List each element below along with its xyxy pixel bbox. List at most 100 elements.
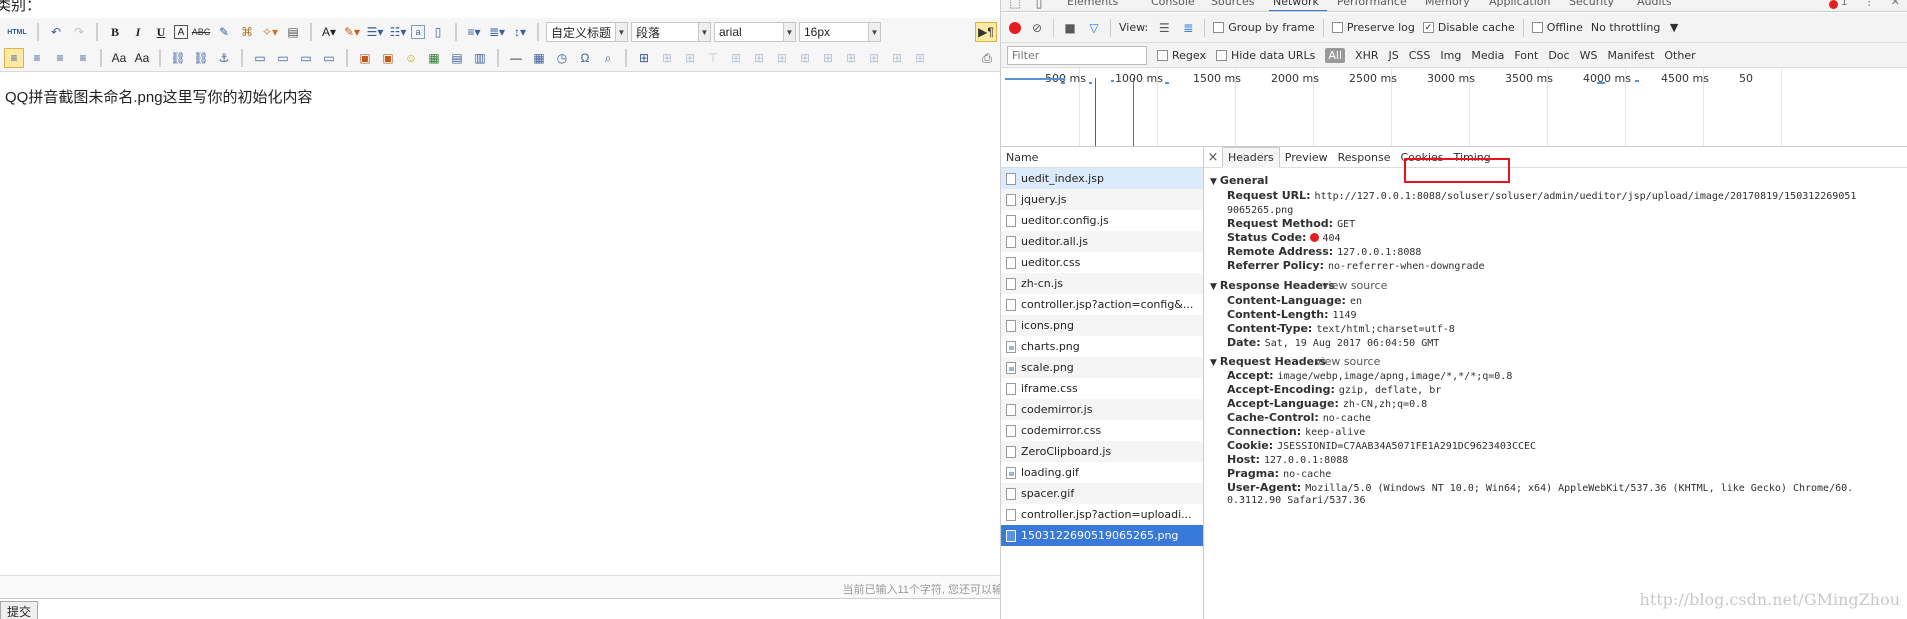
clear-doc-icon[interactable]: ▯: [428, 22, 448, 42]
multi-image-icon[interactable]: ▣: [378, 48, 398, 68]
filter-type-media[interactable]: Media: [1471, 49, 1504, 62]
request-row[interactable]: loading.gif: [1001, 462, 1203, 483]
filter-type-doc[interactable]: Doc: [1548, 49, 1569, 62]
clear-icon[interactable]: ⊘: [1029, 20, 1045, 36]
tab-headers[interactable]: Headers: [1222, 147, 1280, 168]
filter-type-css[interactable]: CSS: [1409, 49, 1431, 62]
time-icon[interactable]: ◷: [552, 48, 572, 68]
redo-icon[interactable]: ↷: [69, 22, 89, 42]
delete-table-icon[interactable]: ⊞: [657, 48, 677, 68]
tab-security[interactable]: Security: [1569, 0, 1614, 8]
disable-cache-toggle[interactable]: ✓ Disable cache: [1422, 21, 1515, 34]
device-toolbar-icon[interactable]: ▯: [1031, 0, 1047, 11]
tab-response[interactable]: Response: [1333, 147, 1396, 168]
tab-application[interactable]: Application: [1489, 0, 1550, 8]
align-center-icon[interactable]: ≡: [27, 48, 47, 68]
merge-right-icon[interactable]: ⊞: [818, 48, 838, 68]
more-options-icon[interactable]: ⋮: [1864, 0, 1875, 9]
merge-down-icon[interactable]: ⊞: [841, 48, 861, 68]
request-headers-section-header[interactable]: ▼ Request Headers: [1210, 355, 1326, 368]
link-icon[interactable]: ⛓: [168, 48, 188, 68]
filter-type-other[interactable]: Other: [1664, 49, 1695, 62]
request-row[interactable]: jquery.js: [1001, 189, 1203, 210]
ordered-list-icon[interactable]: ☰▾: [365, 22, 385, 42]
tab-elements[interactable]: Elements: [1067, 0, 1118, 8]
filter-type-js[interactable]: JS: [1388, 49, 1398, 62]
image-center-icon[interactable]: ▭: [319, 48, 339, 68]
date-icon[interactable]: ▦: [529, 48, 549, 68]
request-row[interactable]: ueditor.css: [1001, 252, 1203, 273]
request-row[interactable]: controller.jsp?action=uploadi...: [1001, 504, 1203, 525]
delete-row-icon[interactable]: ⊞: [726, 48, 746, 68]
italic-button[interactable]: I: [128, 22, 148, 42]
editor-content-area[interactable]: QQ拼音截图未命名.png这里写你的初始化内容: [0, 73, 1000, 575]
image-none-icon[interactable]: ▭: [250, 48, 270, 68]
insert-col-icon[interactable]: ⊞: [749, 48, 769, 68]
name-column-header[interactable]: Name: [1001, 147, 1203, 168]
request-row[interactable]: spacer.gif: [1001, 483, 1203, 504]
align-right-icon[interactable]: ≡: [50, 48, 70, 68]
filter-type-manifest[interactable]: Manifest: [1607, 49, 1654, 62]
filter-type-font[interactable]: Font: [1514, 49, 1538, 62]
request-row[interactable]: charts.png: [1001, 336, 1203, 357]
underline-button[interactable]: U: [151, 22, 171, 42]
eraser-icon[interactable]: ✎: [214, 22, 234, 42]
response-headers-section-header[interactable]: ▼ Response Headers: [1210, 279, 1335, 292]
font-border-icon[interactable]: A: [174, 25, 188, 39]
paste-plain-icon[interactable]: ▤: [283, 22, 303, 42]
background-color-icon[interactable]: ✎▾: [342, 22, 362, 42]
tab-console[interactable]: Console: [1151, 0, 1195, 8]
auto-typeset-icon[interactable]: ✧▾: [260, 22, 280, 42]
close-detail-icon[interactable]: ×: [1204, 150, 1222, 165]
insert-paragraph-icon[interactable]: ⊞: [680, 48, 700, 68]
filter-type-ws[interactable]: WS: [1580, 49, 1598, 62]
anchor-icon[interactable]: ⚓: [214, 48, 234, 68]
align-justify-icon[interactable]: ≡: [73, 48, 93, 68]
paragraph-select[interactable]: 段落 ▼: [631, 22, 711, 42]
insert-image-icon[interactable]: ▣: [355, 48, 375, 68]
select-all-icon[interactable]: a: [411, 25, 425, 39]
font-size-select[interactable]: 16px ▼: [799, 22, 881, 42]
line-height-icon[interactable]: ↕▾: [510, 22, 530, 42]
preserve-log-toggle[interactable]: Preserve log: [1331, 21, 1415, 34]
request-view-source-link[interactable]: view source: [1315, 355, 1380, 368]
emotion-icon[interactable]: ☺: [401, 48, 421, 68]
bold-button[interactable]: B: [105, 22, 125, 42]
horizontal-rule-icon[interactable]: —: [506, 48, 526, 68]
close-devtools-icon[interactable]: ✕: [1891, 0, 1900, 9]
group-by-frame-checkbox[interactable]: [1213, 22, 1225, 33]
split-rows-icon[interactable]: ⊞: [887, 48, 907, 68]
tab-sources[interactable]: Sources: [1211, 0, 1255, 8]
inspect-element-icon[interactable]: ⬚: [1007, 0, 1023, 11]
waterfall-view-icon[interactable]: ≣: [1180, 20, 1196, 36]
filter-icon[interactable]: ▽: [1086, 20, 1102, 36]
response-view-source-link[interactable]: view source: [1322, 279, 1387, 292]
row-spacing-bottom-icon[interactable]: ≣▾: [487, 22, 507, 42]
filter-type-img[interactable]: Img: [1440, 49, 1461, 62]
tab-memory[interactable]: Memory: [1425, 0, 1470, 8]
request-row[interactable]: codemirror.css: [1001, 420, 1203, 441]
request-row[interactable]: scale.png: [1001, 357, 1203, 378]
preserve-log-checkbox[interactable]: [1331, 22, 1343, 33]
offline-toggle[interactable]: Offline: [1531, 21, 1583, 34]
request-row[interactable]: zh-cn.js: [1001, 273, 1203, 294]
hide-data-urls-toggle[interactable]: Hide data URLs: [1215, 49, 1315, 62]
custom-style-select[interactable]: 自定义标题 ▼: [546, 22, 628, 42]
unordered-list-icon[interactable]: ☷▾: [388, 22, 408, 42]
request-row[interactable]: iframe.css: [1001, 378, 1203, 399]
special-chars-icon[interactable]: Ω: [575, 48, 595, 68]
image-right-icon[interactable]: ▭: [296, 48, 316, 68]
delete-col-icon[interactable]: ⊞: [772, 48, 792, 68]
request-row[interactable]: icons.png: [1001, 315, 1203, 336]
insert-video-icon[interactable]: ▤: [447, 48, 467, 68]
uppercase-icon[interactable]: Aa: [109, 48, 129, 68]
offline-checkbox[interactable]: [1531, 22, 1543, 33]
disable-cache-checkbox[interactable]: ✓: [1422, 22, 1434, 33]
request-row[interactable]: codemirror.js: [1001, 399, 1203, 420]
tab-preview[interactable]: Preview: [1280, 147, 1333, 168]
tab-audits[interactable]: Audits: [1637, 0, 1672, 8]
merge-cells-icon[interactable]: ⊞: [795, 48, 815, 68]
request-row[interactable]: controller.jsp?action=config&...: [1001, 294, 1203, 315]
group-by-frame-toggle[interactable]: Group by frame: [1213, 21, 1315, 34]
large-rows-icon[interactable]: ☰: [1156, 20, 1172, 36]
